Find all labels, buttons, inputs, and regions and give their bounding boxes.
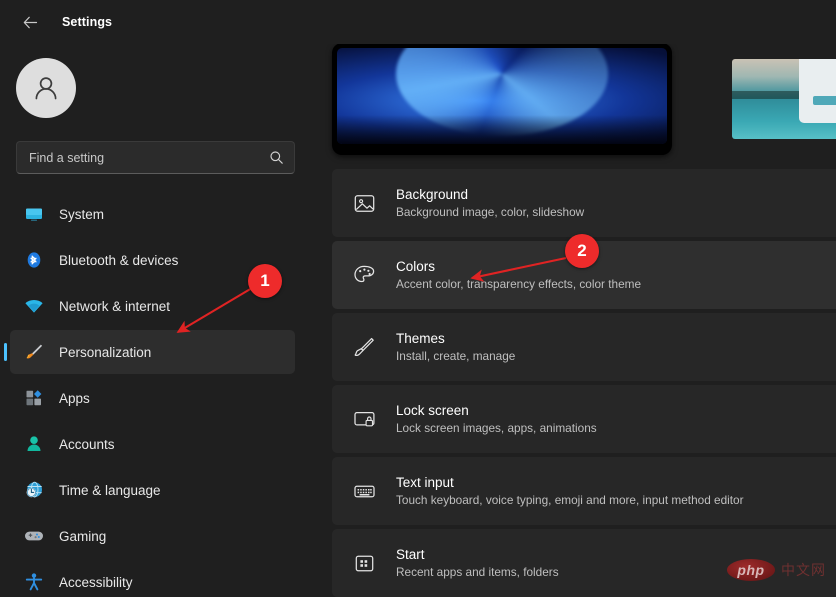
- row-subtitle: Touch keyboard, voice typing, emoji and …: [396, 493, 744, 507]
- row-subtitle: Lock screen images, apps, animations: [396, 421, 597, 435]
- sidebar-item-apps[interactable]: Apps: [10, 376, 295, 420]
- row-title: Text input: [396, 475, 744, 490]
- sidebar-item-label: Time & language: [59, 483, 161, 498]
- sidebar-item-label: System: [59, 207, 104, 222]
- search-box[interactable]: [16, 141, 295, 174]
- sidebar-item-accessibility[interactable]: Accessibility: [10, 560, 295, 597]
- sidebar-item-system[interactable]: System: [10, 192, 295, 236]
- sidebar-item-network-internet[interactable]: Network & internet: [10, 284, 295, 328]
- main-content: Personalization: [316, 44, 836, 597]
- image-icon: [348, 187, 380, 219]
- lock-screen-icon: [348, 403, 380, 435]
- settings-list: Background Background image, color, slid…: [332, 169, 836, 597]
- settings-row-colors[interactable]: Colors Accent color, transparency effect…: [332, 241, 836, 309]
- monitor-icon: [24, 204, 44, 224]
- paintbrush-outline-icon: [348, 331, 380, 363]
- search-icon: [268, 150, 284, 166]
- selection-indicator: [4, 343, 7, 361]
- sidebar: System Bluetooth & devices: [0, 44, 316, 597]
- sidebar-item-accounts[interactable]: Accounts: [10, 422, 295, 466]
- palette-icon: [348, 259, 380, 291]
- row-title: Background: [396, 187, 584, 202]
- bluetooth-icon: [24, 250, 44, 270]
- settings-row-themes[interactable]: Themes Install, create, manage: [332, 313, 836, 381]
- lock-screen-preview[interactable]: [732, 59, 836, 139]
- settings-row-text-input[interactable]: Text input Touch keyboard, voice typing,…: [332, 457, 836, 525]
- gamepad-icon: [24, 526, 44, 546]
- search-input[interactable]: [29, 151, 268, 165]
- sidebar-item-label: Personalization: [59, 345, 151, 360]
- sidebar-item-label: Network & internet: [59, 299, 170, 314]
- sidebar-item-label: Accessibility: [59, 575, 133, 590]
- accessibility-icon: [24, 572, 44, 592]
- back-button[interactable]: [16, 8, 44, 36]
- settings-row-lock-screen[interactable]: Lock screen Lock screen images, apps, an…: [332, 385, 836, 453]
- row-subtitle: Recent apps and items, folders: [396, 565, 559, 579]
- settings-row-start[interactable]: Start Recent apps and items, folders: [332, 529, 836, 597]
- avatar[interactable]: [16, 58, 76, 118]
- clock-globe-icon: [24, 480, 44, 500]
- sidebar-item-gaming[interactable]: Gaming: [10, 514, 295, 558]
- row-title: Start: [396, 547, 559, 562]
- sidebar-item-label: Accounts: [59, 437, 115, 452]
- row-title: Themes: [396, 331, 515, 346]
- row-title: Colors: [396, 259, 641, 274]
- sidebar-item-label: Bluetooth & devices: [59, 253, 178, 268]
- sidebar-item-time-language[interactable]: Time & language: [10, 468, 295, 512]
- window-title: Settings: [62, 15, 112, 29]
- row-subtitle: Accent color, transparency effects, colo…: [396, 277, 641, 291]
- settings-window: Settings: [0, 0, 836, 597]
- sidebar-item-bluetooth-devices[interactable]: Bluetooth & devices: [10, 238, 295, 282]
- account-icon: [24, 434, 44, 454]
- sidebar-item-label: Apps: [59, 391, 90, 406]
- settings-row-background[interactable]: Background Background image, color, slid…: [332, 169, 836, 237]
- preview-strip: [332, 99, 836, 155]
- title-bar: Settings: [0, 0, 836, 44]
- back-arrow-icon: [21, 13, 40, 32]
- desktop-wallpaper-preview[interactable]: [332, 44, 672, 155]
- row-title: Lock screen: [396, 403, 597, 418]
- wifi-icon: [24, 296, 44, 316]
- sidebar-nav: System Bluetooth & devices: [0, 192, 316, 597]
- keyboard-icon: [348, 475, 380, 507]
- user-avatar-icon: [29, 71, 63, 105]
- sidebar-item-label: Gaming: [59, 529, 106, 544]
- paintbrush-icon: [24, 342, 44, 362]
- start-grid-icon: [348, 547, 380, 579]
- sidebar-item-personalization[interactable]: Personalization: [10, 330, 295, 374]
- apps-icon: [24, 388, 44, 408]
- row-subtitle: Install, create, manage: [396, 349, 515, 363]
- row-subtitle: Background image, color, slideshow: [396, 205, 584, 219]
